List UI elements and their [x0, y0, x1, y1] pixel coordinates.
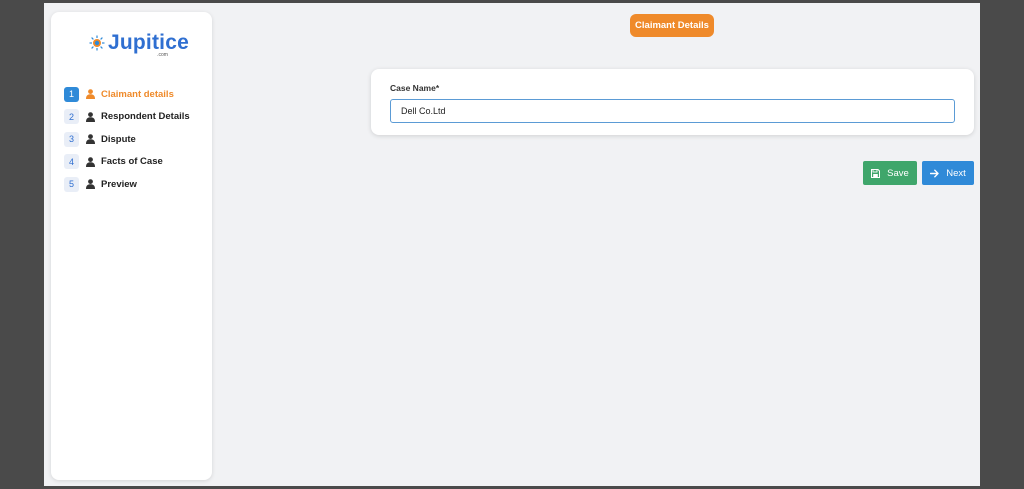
step-label: Claimant details [101, 88, 174, 100]
user-icon [86, 89, 95, 99]
next-button-label: Next [946, 167, 966, 179]
step-label: Dispute [101, 133, 136, 145]
user-icon [86, 111, 95, 122]
brand-domain: .com [157, 52, 168, 58]
user-icon [86, 134, 95, 145]
step-number: 5 [64, 176, 79, 192]
step-number: 2 [64, 109, 79, 125]
arrow-right-icon [930, 169, 939, 177]
sun-icon [89, 35, 105, 51]
case-form-card: Case Name* [371, 69, 974, 135]
step-item-facts-of-case[interactable]: 4 Facts of Case [64, 154, 190, 170]
user-icon [86, 179, 95, 190]
step-item-dispute[interactable]: 3 Dispute [64, 131, 190, 147]
save-button[interactable]: Save [863, 161, 917, 185]
brand-logo: Jupitice .com [89, 31, 189, 61]
step-list: 1 Claimant details 2 Respondent Details … [64, 86, 190, 199]
case-name-input[interactable] [390, 99, 955, 123]
step-label: Respondent Details [101, 111, 190, 123]
step-item-respondent-details[interactable]: 2 Respondent Details [64, 109, 190, 125]
step-number: 4 [64, 154, 79, 170]
user-icon [86, 156, 95, 167]
step-label: Preview [101, 178, 137, 190]
step-label: Facts of Case [101, 156, 163, 168]
step-item-claimant-details[interactable]: 1 Claimant details [64, 86, 190, 102]
step-number: 3 [64, 131, 79, 147]
brand-name: Jupitice [108, 31, 189, 54]
floppy-disk-icon [871, 168, 881, 178]
sidebar: Jupitice .com 1 Claimant details 2 Respo… [51, 12, 212, 480]
app-window: Jupitice .com 1 Claimant details 2 Respo… [44, 3, 980, 486]
step-item-preview[interactable]: 5 Preview [64, 176, 190, 192]
step-number: 1 [64, 86, 79, 102]
next-button[interactable]: Next [922, 161, 974, 185]
case-name-label: Case Name* [390, 83, 440, 93]
save-button-label: Save [887, 167, 909, 179]
page-title: Claimant Details [630, 14, 714, 37]
